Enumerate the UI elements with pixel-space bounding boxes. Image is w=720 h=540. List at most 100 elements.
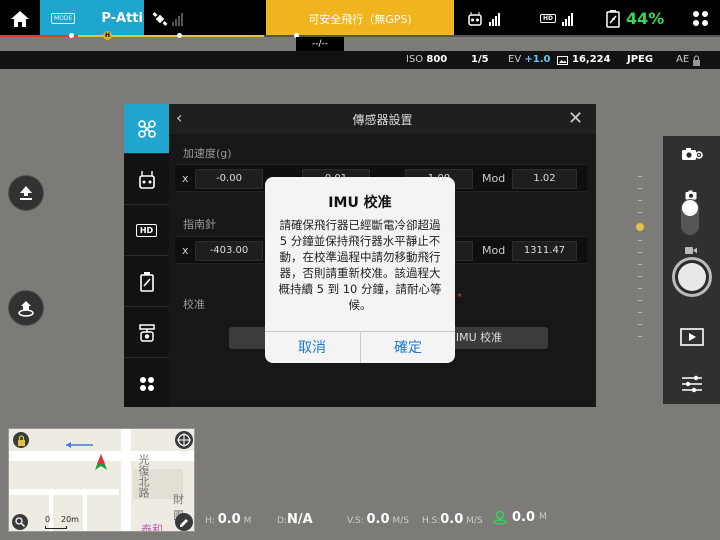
nav-gimbal[interactable]: [124, 308, 169, 358]
map-zoom-button[interactable]: [12, 514, 28, 530]
remaining-count: 16,224: [572, 54, 611, 65]
rc-signal[interactable]: [467, 0, 547, 37]
accel-x-label: x: [182, 172, 189, 185]
nav-aircraft[interactable]: [124, 104, 169, 154]
flight-status-text: 可安全飛行（無GPS): [308, 12, 412, 26]
settings-sidenav: HD: [124, 104, 169, 407]
vs-label: V.S:: [347, 516, 364, 526]
accel-mod-value: 1.02: [512, 169, 577, 189]
compass-mod-value: 1311.47: [512, 241, 577, 261]
distance-value: N/A: [286, 512, 313, 527]
shutter-inner: [678, 263, 706, 291]
camera-gear-icon: [682, 148, 703, 160]
battery-status[interactable]: 44%: [606, 0, 676, 37]
panel-header: 傳感器設置: [169, 104, 596, 134]
camera-settings-bar: [0, 51, 720, 69]
zoom-icon: [15, 517, 25, 527]
nav-battery[interactable]: [124, 257, 169, 307]
imu-calibrate-label: IMU 校准: [455, 331, 503, 344]
remaining-shots[interactable]: 16,224: [557, 51, 611, 69]
takeoff-button[interactable]: [8, 175, 44, 211]
shutter-button[interactable]: [672, 257, 712, 297]
battery-icon: [139, 271, 154, 292]
confirm-button[interactable]: 確定: [361, 333, 455, 363]
toggle-knob: [682, 200, 698, 216]
ae-lock[interactable]: AE: [676, 51, 701, 69]
distance-label: D:: [277, 516, 287, 526]
video-signal[interactable]: HD: [540, 0, 600, 37]
mode-tag: MODE: [51, 13, 76, 24]
map-place-label-2: 泰和: [141, 523, 163, 532]
gps-signal[interactable]: [144, 0, 202, 37]
compass-icon: [177, 433, 191, 447]
warning-asterisk-icon: *: [457, 292, 462, 303]
dialog-message: 請確保飛行器已經斷電冷卻超過 5 分鐘並保持飛行器水平靜止不動，在校準過程中請勿…: [278, 218, 442, 312]
home-icon: [11, 10, 29, 27]
map-scale-label: 20m: [61, 515, 79, 524]
home-distance-value: 0.0: [512, 509, 536, 525]
gimbal-pitch-indicator: [636, 223, 644, 231]
flight-mode-name: P-Atti: [101, 11, 143, 26]
more-menu-button[interactable]: [680, 0, 720, 37]
map-scale-bar: [45, 526, 67, 529]
close-button[interactable]: ✕: [568, 108, 590, 130]
satellite-icon: [152, 11, 168, 26]
flight-status-banner[interactable]: 可安全飛行（無GPS): [266, 0, 454, 37]
return-home-button[interactable]: [8, 290, 44, 326]
level-marker: [177, 33, 182, 38]
format-value: JPEG: [627, 54, 654, 65]
cancel-button[interactable]: 取消: [265, 333, 359, 363]
vs-unit: M/S: [392, 516, 409, 526]
video-signal-bars: [562, 12, 574, 26]
menu-dot-icon: [701, 11, 708, 17]
hs-unit: M/S: [466, 516, 483, 526]
shutter-readout[interactable]: 1/5: [471, 51, 489, 69]
iso-readout[interactable]: ISO 800: [406, 51, 447, 69]
format-readout[interactable]: JPEG: [627, 51, 653, 69]
map-orientation-button[interactable]: [175, 431, 193, 449]
camera-adjust-button[interactable]: [679, 374, 705, 394]
height-label: H:: [205, 516, 215, 526]
playback-button[interactable]: [679, 327, 705, 347]
imu-calibration-dialog: IMU 校准 請確保飛行器已經斷電冷卻超過 5 分鐘並保持飛行器水平靜止不動，在…: [265, 177, 455, 363]
nav-remote-controller[interactable]: [124, 155, 169, 205]
hs-label: H.S:: [422, 516, 441, 526]
telemetry-bar: H: 0.0 M D:N/A V.S: 0.0 M/S H.S:0.0 M/S …: [195, 500, 720, 540]
back-button[interactable]: ‹: [176, 108, 196, 130]
accel-x-value: -0.00: [195, 169, 263, 189]
horizontal-speed-readout: H.S:0.0 M/S: [422, 512, 483, 527]
map-clear-button[interactable]: [175, 513, 193, 531]
compass-section-title: 指南針: [183, 218, 216, 231]
takeoff-icon: [20, 186, 32, 200]
nav-hd-video[interactable]: HD: [124, 206, 169, 256]
map-scale-zero: 0: [45, 515, 51, 524]
home-button[interactable]: [0, 0, 40, 37]
ev-value: +1.0: [524, 54, 551, 65]
lock-icon: [693, 54, 701, 66]
map-canvas: [9, 429, 194, 531]
height-value: 0.0: [217, 512, 241, 527]
compass-x-label: x: [182, 244, 189, 257]
battery-icon: [606, 9, 620, 28]
menu-dot-icon: [701, 20, 708, 26]
flight-timer: --/--: [296, 37, 344, 51]
vertical-speed-readout: V.S: 0.0 M/S: [347, 512, 409, 527]
camera-settings-button[interactable]: [677, 142, 707, 166]
map-lock-button[interactable]: [13, 432, 29, 448]
photo-video-toggle[interactable]: [681, 199, 699, 235]
gps-signal-bars: [172, 12, 183, 26]
eraser-icon: [180, 519, 188, 527]
rc-signal-bars: [489, 12, 500, 26]
iso-label: ISO: [406, 54, 424, 65]
hd-icon: HD: [540, 14, 557, 23]
home-distance-unit: M: [539, 512, 547, 522]
menu-dot-icon: [692, 20, 699, 26]
ev-label: EV: [508, 54, 522, 65]
mini-map[interactable]: 光復北路 財團 泰和 0 20m: [8, 428, 195, 532]
height-readout: H: 0.0 M: [205, 512, 251, 527]
nav-general[interactable]: [124, 359, 169, 409]
ev-readout[interactable]: EV +1.0: [508, 51, 550, 69]
accel-section-title: 加速度(g): [183, 147, 232, 160]
map-road-label: 光復北路: [137, 454, 150, 498]
remote-controller-icon: [468, 11, 482, 26]
